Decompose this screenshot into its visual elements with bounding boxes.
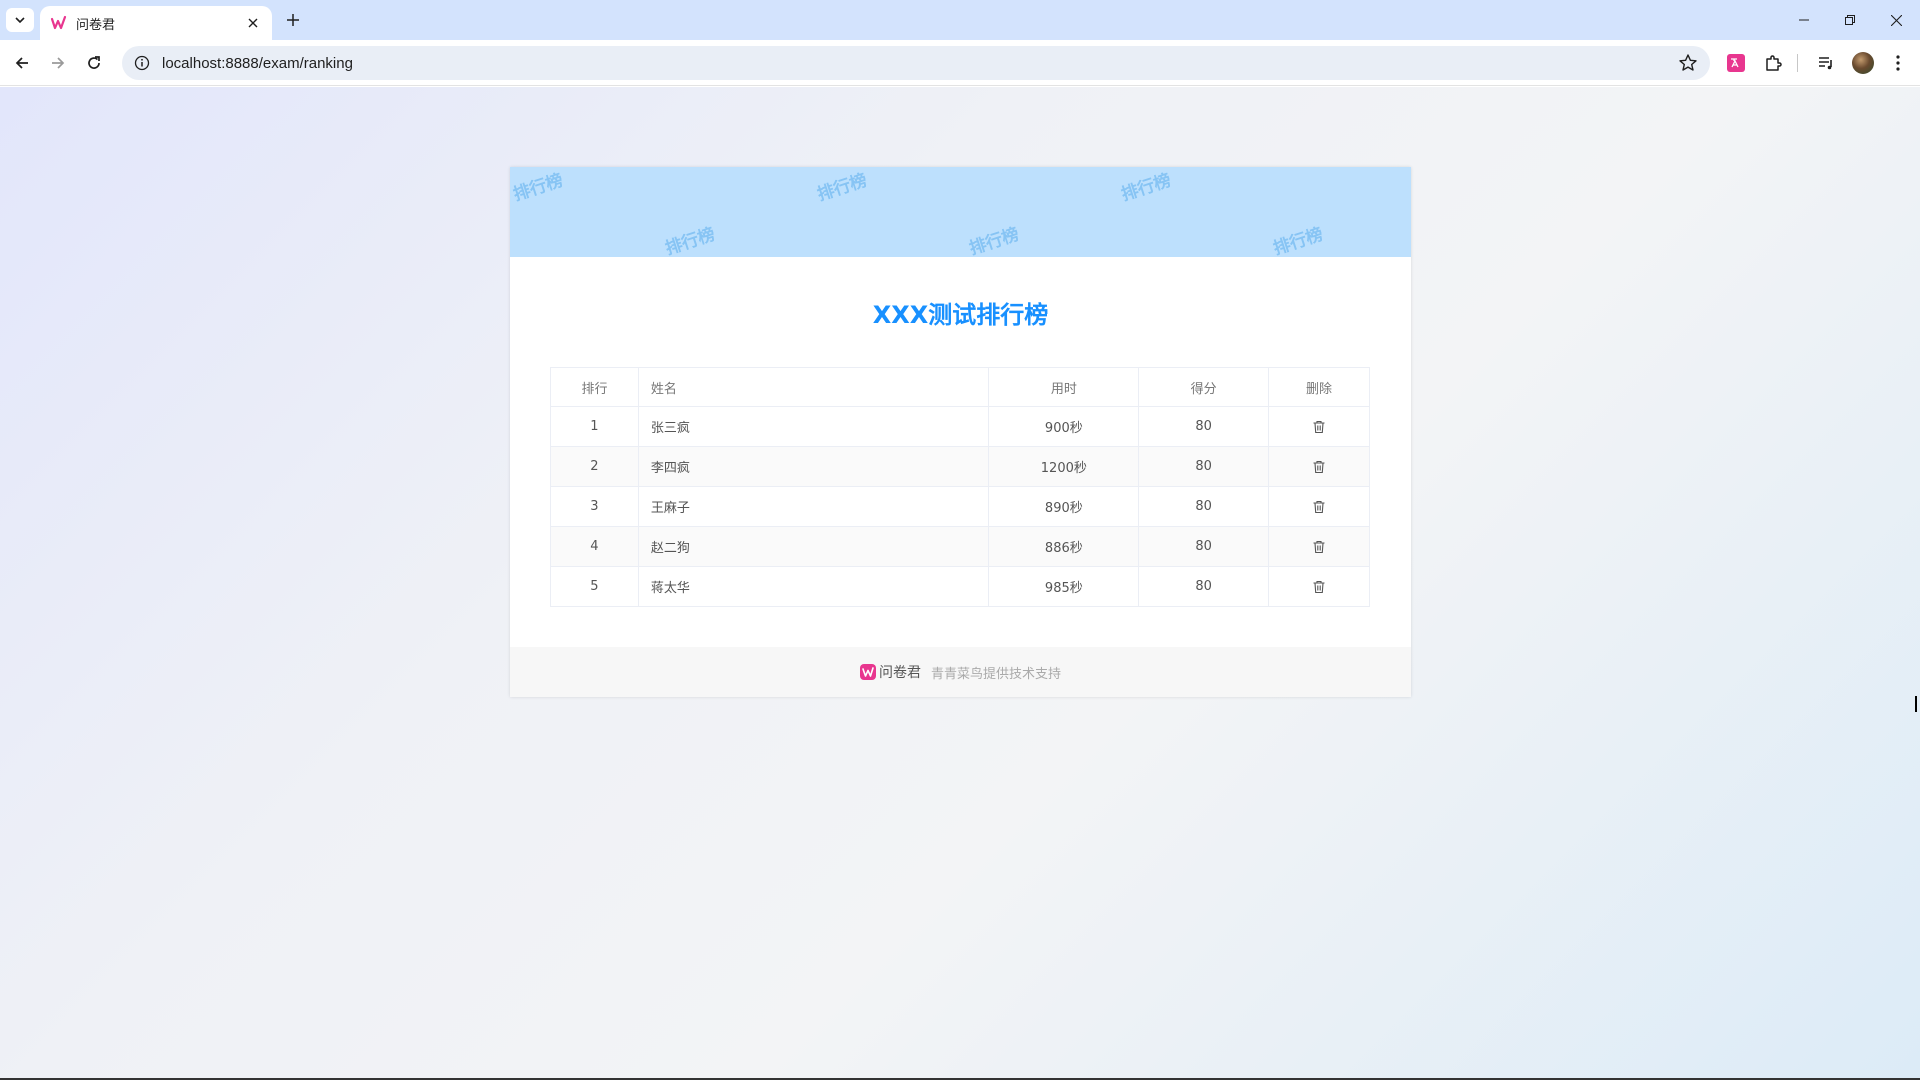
table-row: 5 蒋太华 985秒 80 <box>550 566 1370 607</box>
trash-icon[interactable] <box>1312 460 1326 474</box>
extensions-button[interactable] <box>1761 51 1785 75</box>
time-cell: 886秒 <box>988 526 1140 567</box>
column-header-score: 得分 <box>1138 367 1270 407</box>
delete-cell <box>1268 446 1370 487</box>
banner-watermark: 排行榜 <box>1270 224 1326 257</box>
name-cell: 张三疯 <box>637 406 990 447</box>
time-cell: 985秒 <box>988 566 1140 607</box>
name-cell: 赵二狗 <box>637 526 990 567</box>
score-cell: 80 <box>1138 566 1270 607</box>
delete-cell <box>1268 526 1370 567</box>
browser-tab-active[interactable]: 问卷君 <box>40 6 272 40</box>
minimize-icon <box>1799 19 1809 21</box>
toolbar-separator <box>1797 54 1798 72</box>
time-cell: 900秒 <box>988 406 1140 447</box>
rank-cell: 1 <box>550 406 639 447</box>
column-header-name: 姓名 <box>637 367 990 407</box>
trash-icon[interactable] <box>1312 540 1326 554</box>
close-icon <box>1890 14 1902 26</box>
column-header-time: 用时 <box>988 367 1140 407</box>
score-cell: 80 <box>1138 446 1270 487</box>
translate-extension-button[interactable] <box>1724 51 1748 75</box>
footer-support-text: 青青菜鸟提供技术支持 <box>930 666 1061 682</box>
trash-icon[interactable] <box>1312 420 1326 434</box>
forward-icon <box>52 57 65 69</box>
text-cursor <box>1915 696 1917 712</box>
score-cell: 80 <box>1138 486 1270 527</box>
media-icon <box>1819 57 1832 70</box>
ranking-banner: 排行榜 排行榜 排行榜 排行榜 排行榜 排行榜 <box>510 167 1411 257</box>
profile-avatar[interactable] <box>1852 52 1874 74</box>
ranking-table: 排行 姓名 用时 得分 删除 1 张三疯 900秒 80 2 李四疯 1200秒… <box>550 367 1370 607</box>
delete-cell <box>1268 566 1370 607</box>
wenjuanjun-logo-icon <box>859 664 876 680</box>
wenjuanjun-logo-icon <box>50 15 67 30</box>
rank-cell: 5 <box>550 566 639 607</box>
tab-list-icon <box>15 17 25 24</box>
score-cell: 80 <box>1138 526 1270 567</box>
more-icon <box>1896 55 1900 71</box>
time-cell: 1200秒 <box>988 446 1140 487</box>
tab-title: 问卷君 <box>76 17 116 33</box>
name-cell: 蒋太华 <box>637 566 990 607</box>
rank-cell: 4 <box>550 526 639 567</box>
info-icon[interactable] <box>134 55 150 71</box>
new-tab-button[interactable] <box>281 8 305 32</box>
reload-icon <box>88 56 100 69</box>
media-controls-button[interactable] <box>1814 51 1838 75</box>
score-cell: 80 <box>1138 406 1270 447</box>
trash-icon[interactable] <box>1312 500 1326 514</box>
translate-extension-icon <box>1727 54 1745 72</box>
ranking-card: 排行榜 排行榜 排行榜 排行榜 排行榜 排行榜 XXX测试排行榜 排行 姓名 用… <box>510 167 1411 697</box>
star-icon[interactable] <box>1678 53 1698 73</box>
name-cell: 王麻子 <box>637 486 990 527</box>
browser-toolbar: localhost:8888/exam/ranking <box>0 40 1920 86</box>
time-cell: 890秒 <box>988 486 1140 527</box>
browser-menu-button[interactable] <box>1886 51 1910 75</box>
plus-icon <box>287 14 299 26</box>
reload-button[interactable] <box>80 49 108 77</box>
delete-cell <box>1268 406 1370 447</box>
table-row: 1 张三疯 900秒 80 <box>550 406 1370 447</box>
column-header-delete: 删除 <box>1268 367 1370 407</box>
page-viewport: 排行榜 排行榜 排行榜 排行榜 排行榜 排行榜 XXX测试排行榜 排行 姓名 用… <box>0 87 1920 1078</box>
tab-strip: 问卷君 <box>0 0 1920 40</box>
table-header-row: 排行 姓名 用时 得分 删除 <box>550 367 1370 407</box>
banner-watermark: 排行榜 <box>814 170 870 206</box>
page-footer: 问卷君 青青菜鸟提供技术支持 <box>510 647 1411 697</box>
restore-icon <box>1845 15 1855 25</box>
table-row: 4 赵二狗 886秒 80 <box>550 526 1370 567</box>
footer-brand[interactable]: 问卷君 <box>879 662 921 682</box>
column-header-rank: 排行 <box>550 367 639 407</box>
name-cell: 李四疯 <box>637 446 990 487</box>
delete-cell <box>1268 486 1370 527</box>
page-title: XXX测试排行榜 <box>872 301 1049 329</box>
restore-button[interactable] <box>1828 6 1872 34</box>
forward-button[interactable] <box>44 49 72 77</box>
table-row: 3 王麻子 890秒 80 <box>550 486 1370 527</box>
banner-watermark: 排行榜 <box>966 224 1022 257</box>
puzzle-icon <box>1766 55 1782 71</box>
address-bar[interactable]: localhost:8888/exam/ranking <box>122 46 1710 80</box>
close-icon <box>248 18 258 28</box>
minimize-button[interactable] <box>1782 6 1826 34</box>
trash-icon[interactable] <box>1312 580 1326 594</box>
rank-cell: 3 <box>550 486 639 527</box>
back-button[interactable] <box>8 49 36 77</box>
banner-watermark: 排行榜 <box>662 224 718 257</box>
tab-list-button[interactable] <box>6 8 34 32</box>
banner-watermark: 排行榜 <box>510 170 566 206</box>
rank-cell: 2 <box>550 446 639 487</box>
back-icon <box>15 57 28 69</box>
banner-watermark: 排行榜 <box>1118 170 1174 206</box>
table-row: 2 李四疯 1200秒 80 <box>550 446 1370 487</box>
url-text[interactable]: localhost:8888/exam/ranking <box>162 55 1678 72</box>
window-close-button[interactable] <box>1874 6 1918 34</box>
tab-close-button[interactable] <box>244 14 262 32</box>
